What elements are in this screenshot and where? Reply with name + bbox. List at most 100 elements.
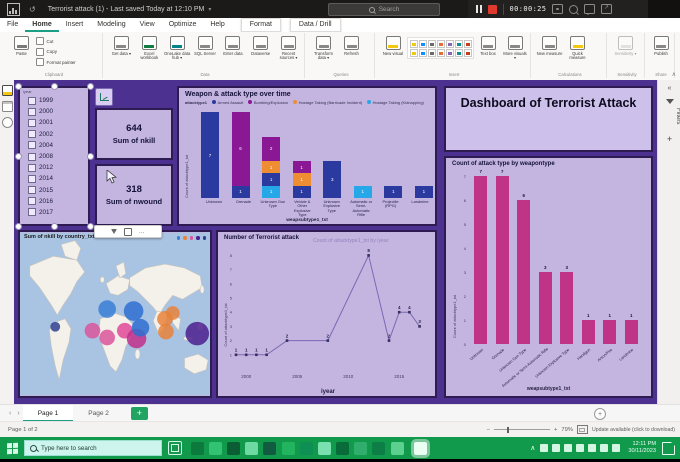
slicer-item-2001[interactable]: 2001 (20, 117, 88, 128)
data-point[interactable] (255, 353, 258, 357)
checkbox-icon[interactable] (28, 163, 36, 172)
paste-button[interactable]: Paste (8, 34, 35, 56)
checkbox-icon[interactable] (28, 141, 36, 150)
menu-tab-optimize[interactable]: Optimize (162, 18, 204, 32)
data-point[interactable] (408, 310, 411, 314)
more-options-icon[interactable]: … (139, 229, 146, 235)
filters-pane-label[interactable]: Filters (658, 108, 680, 124)
tray-icon[interactable] (564, 444, 573, 452)
stacked-column-chart[interactable]: Weapon & attack type over time attacktyp… (177, 86, 437, 226)
menu-tab-modeling[interactable]: Modeling (90, 18, 132, 32)
tray-icon[interactable] (612, 444, 621, 452)
menu-tab-home[interactable]: Home (25, 18, 59, 32)
undo-icon[interactable]: ↺ (29, 5, 36, 14)
page-tab-page-2[interactable]: Page 2 (73, 405, 124, 422)
bar-segment[interactable]: 7 (201, 112, 219, 198)
publish-button[interactable]: Publish (650, 34, 672, 56)
menu-tab-insert[interactable]: Insert (59, 18, 91, 32)
map-bubble[interactable] (131, 318, 150, 337)
notification-center-icon[interactable] (662, 441, 675, 455)
recorder-badge-icon[interactable]: + (594, 408, 606, 420)
map-bubble[interactable] (98, 300, 116, 318)
visual-type-icon[interactable] (427, 39, 436, 48)
stacked-bar[interactable]: 1 (414, 185, 433, 198)
data-view-icon[interactable] (1, 101, 13, 112)
stacked-bar[interactable]: 3 (323, 161, 342, 198)
taskbar-app-icon[interactable] (299, 441, 313, 455)
map-bubble[interactable] (158, 323, 174, 340)
taskbar-app-icon[interactable] (354, 441, 368, 455)
start-button[interactable] (0, 437, 24, 459)
bar-segment[interactable]: 1 (262, 173, 281, 186)
pause-icon[interactable] (476, 5, 482, 13)
visual-type-icon[interactable] (427, 48, 436, 57)
bar[interactable]: 1 (624, 313, 638, 344)
tray-icon[interactable] (552, 444, 561, 452)
copy-button[interactable]: Copy (36, 47, 76, 56)
visual-type-icon[interactable] (436, 48, 445, 57)
enter-data-button[interactable]: Enter data (219, 34, 246, 56)
stacked-bar[interactable]: 1 (353, 185, 372, 198)
zoom-slider[interactable] (493, 426, 550, 433)
visual-type-icon[interactable] (436, 39, 445, 48)
expand-pane-icon[interactable]: « (664, 85, 676, 92)
stacked-bar[interactable]: 111 (292, 161, 311, 198)
taskbar-app-icon[interactable] (263, 441, 277, 455)
task-view-icon[interactable] (168, 441, 182, 455)
tray-icon[interactable] (588, 444, 597, 452)
slicer-item-2014[interactable]: 2014 (20, 173, 88, 184)
data-point[interactable] (397, 310, 401, 314)
selection-handle[interactable] (15, 153, 22, 160)
zoom-in-icon[interactable]: + (554, 427, 557, 433)
visual-type-icon[interactable] (463, 48, 472, 57)
recent-sources-button[interactable]: Recent sources ▾ (275, 34, 302, 61)
data-point[interactable] (367, 254, 370, 257)
map-bubble[interactable] (50, 321, 61, 332)
bar[interactable]: 3 (560, 265, 574, 344)
text-box-button[interactable]: Text box (475, 34, 501, 56)
sensitivity-button[interactable]: Sensitivity ▾ (612, 34, 639, 56)
new-page-button[interactable]: + (130, 407, 148, 420)
bar[interactable]: 6 (517, 193, 531, 344)
filter-icon[interactable] (110, 229, 117, 234)
bar-segment[interactable]: 2 (262, 136, 281, 162)
visual-type-icon[interactable] (418, 48, 427, 57)
excel-workbook-button[interactable]: Excel workbook (136, 34, 163, 61)
next-page-icon[interactable]: › (14, 410, 22, 417)
checkbox-icon[interactable] (28, 130, 36, 139)
bar-segment[interactable]: 1 (231, 185, 250, 198)
stacked-bar[interactable]: 1112 (262, 136, 281, 198)
analyze-icon[interactable] (95, 88, 113, 106)
bar-segment[interactable]: 1 (353, 185, 372, 198)
bar-segment[interactable]: 1 (384, 185, 403, 198)
stacked-bar[interactable]: 16 (231, 112, 250, 198)
taskbar-app-icon[interactable] (208, 441, 222, 455)
selection-handle[interactable] (51, 83, 58, 90)
taskbar-app-icon[interactable] (372, 441, 386, 455)
selection-handle[interactable] (15, 83, 22, 90)
card-sum-of-nkill[interactable]: 644 Sum of nkill (95, 108, 173, 160)
magnifier-icon[interactable] (569, 4, 579, 14)
map-bubble[interactable] (185, 321, 210, 346)
checkbox-icon[interactable] (28, 186, 36, 195)
checkbox-icon[interactable] (28, 174, 36, 183)
dataverse-button[interactable]: Dataverse (247, 34, 274, 56)
more-visuals-button[interactable]: More visuals ▾ (502, 34, 528, 61)
fit-to-page-icon[interactable] (576, 425, 588, 434)
taskbar-app-icon[interactable] (390, 441, 404, 455)
zoom-out-icon[interactable]: − (487, 427, 490, 433)
map-bubble[interactable] (165, 306, 180, 320)
get-data-button[interactable]: Get data ▾ (108, 34, 135, 56)
taskbar-search[interactable]: Type here to search (24, 440, 162, 456)
bar[interactable]: 1 (603, 313, 617, 344)
bar[interactable]: 7 (495, 169, 509, 344)
data-point[interactable] (285, 339, 289, 342)
menu-tab-file[interactable]: File (0, 18, 25, 32)
slicer-item-2017[interactable]: 2017 (20, 207, 88, 218)
checkbox-icon[interactable] (28, 152, 36, 161)
prev-page-icon[interactable]: ‹ (6, 410, 14, 417)
visual-type-icon[interactable] (418, 39, 427, 48)
visual-type-icon[interactable] (454, 48, 463, 57)
report-canvas[interactable]: iyear 1999 2000 2001 2002 2004 2008 2012 2014 20… (14, 80, 657, 404)
bar[interactable]: 1 (581, 313, 595, 344)
